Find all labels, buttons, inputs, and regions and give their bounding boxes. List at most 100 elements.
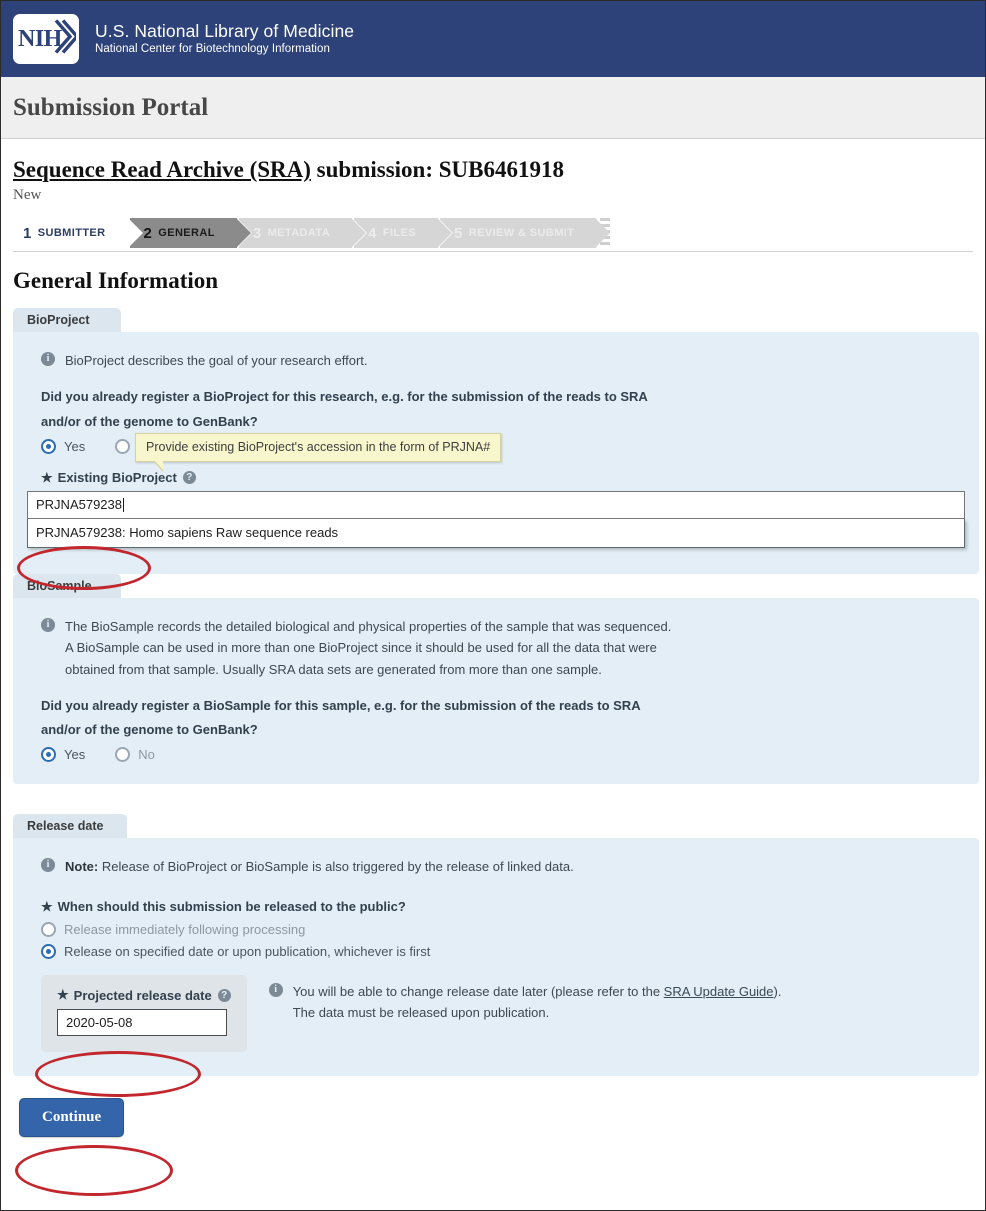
agency-name: U.S. National Library of Medicine: [95, 20, 355, 41]
input-value: 2020-05-08: [66, 1015, 133, 1031]
text-caret: [123, 497, 124, 512]
radio-indicator[interactable]: [41, 438, 56, 454]
required-star-icon: ★: [57, 987, 69, 1003]
biosample-info-line2: A BioSample can be used in more than one…: [65, 640, 657, 656]
field-label-text: Existing BioProject: [57, 470, 177, 486]
bioproject-info-row: i BioProject describes the goal of your …: [41, 350, 965, 371]
sra-link[interactable]: Sequence Read Archive (SRA): [13, 157, 311, 182]
step-number: 4: [368, 224, 377, 242]
wizard-step-metadata: 3 Metadata: [236, 218, 367, 249]
radio-label: Release on specified date or upon public…: [64, 944, 431, 960]
step-number: 3: [252, 224, 262, 242]
biosample-radio-no[interactable]: No: [115, 746, 155, 762]
submission-status: New: [13, 187, 42, 204]
autocomplete-option[interactable]: PRJNA579238: Homo sapiens Raw sequence r…: [28, 519, 964, 547]
biosample-panel: BioSample i The BioSample records the de…: [13, 574, 979, 785]
required-star-icon: ★: [41, 899, 53, 915]
step-label: General: [158, 227, 215, 240]
release-immediate-option[interactable]: Release immediately following processing: [41, 922, 305, 938]
projected-release-date-box: ★ Projected release date ? 2020-05-08: [41, 975, 247, 1053]
step-number: 1: [23, 224, 32, 242]
nih-header: NIH U.S. National Library of Medicine Na…: [1, 1, 985, 77]
release-option-immediate[interactable]: Release immediately following processing: [41, 922, 965, 938]
bioproject-question-line1: Did you already register a BioProject fo…: [41, 389, 648, 405]
page-title: Sequence Read Archive (SRA) submission: …: [13, 157, 985, 183]
submission-id-text: submission: SUB6461918: [310, 157, 564, 182]
radio-label: Yes: [64, 438, 86, 454]
wizard-step-general[interactable]: 2 General: [127, 218, 252, 249]
step-label: Review & Submit: [468, 227, 575, 240]
release-specified-option[interactable]: Release on specified date or upon public…: [41, 944, 431, 960]
release-date-panel: Release date i Note: Release of BioProje…: [13, 814, 979, 1077]
help-icon[interactable]: ?: [217, 988, 231, 1002]
wizard-step-submitter[interactable]: 1 Submitter: [13, 218, 141, 249]
bioproject-tooltip: Provide existing BioProject's accession …: [135, 433, 502, 473]
step-number: 2: [143, 224, 153, 242]
info-icon: i: [268, 983, 283, 998]
release-date-help-row: i You will be able to change release dat…: [268, 981, 782, 1023]
release-question: ★ When should this submission be release…: [41, 895, 965, 920]
existing-bioproject-input[interactable]: PRJNA579238: [27, 490, 965, 519]
radio-indicator[interactable]: [115, 438, 131, 454]
wizard-step-review-submit: 5 Review & Submit: [438, 218, 611, 249]
portal-bar: Submission Portal: [1, 77, 985, 139]
biosample-question-line2: and/or of the genome to GenBank?: [41, 722, 258, 738]
submission-header: Sequence Read Archive (SRA) submission: …: [1, 139, 985, 204]
sra-update-guide-link[interactable]: SRA Update Guide: [664, 984, 774, 999]
info-icon: i: [41, 858, 55, 873]
release-note-row: i Note: Release of BioProject or BioSamp…: [41, 856, 965, 877]
projected-release-date-input[interactable]: 2020-05-08: [57, 1009, 227, 1037]
panel-divider: [1, 784, 985, 815]
release-option-specified[interactable]: Release on specified date or upon public…: [41, 944, 965, 960]
step-label: Submitter: [37, 227, 106, 240]
info-icon: i: [41, 352, 55, 367]
wizard-steps: 1 Submitter 2 General 3 Metadata 4 Files…: [13, 218, 973, 253]
radio-indicator[interactable]: [41, 944, 56, 960]
release-date-row: ★ Projected release date ? 2020-05-08 i …: [41, 975, 965, 1053]
bioproject-panel: BioProject i BioProject describes the go…: [13, 308, 979, 575]
biosample-panel-body: i The BioSample records the detailed bio…: [13, 598, 979, 785]
biosample-radio-group: Yes No: [41, 746, 965, 762]
radio-indicator[interactable]: [41, 746, 56, 762]
radio-label: No: [138, 746, 155, 762]
step-label: Files: [382, 227, 416, 240]
footer-actions: Continue: [19, 1098, 125, 1138]
required-star-icon: ★: [41, 469, 53, 485]
biosample-info-row: i The BioSample records the detailed bio…: [41, 616, 965, 679]
radio-indicator[interactable]: [115, 746, 131, 762]
release-date-panel-body: i Note: Release of BioProject or BioSamp…: [13, 838, 979, 1077]
bioproject-panel-body: i BioProject describes the goal of your …: [13, 332, 979, 575]
input-value: PRJNA579238: [36, 497, 122, 513]
bioproject-question-line2: and/or of the genome to GenBank?: [41, 414, 258, 430]
nih-agency-titles: U.S. National Library of Medicine Nation…: [95, 20, 355, 56]
bioproject-radio-yes[interactable]: Yes: [41, 438, 86, 454]
projected-release-date-label: ★ Projected release date ?: [57, 987, 231, 1003]
field-label-text: Projected release date: [73, 987, 212, 1003]
help-icon[interactable]: ?: [182, 471, 196, 485]
help-part1: You will be able to change release date …: [292, 984, 664, 1000]
step-number: 5: [454, 224, 463, 242]
release-note-text: Note: Release of BioProject or BioSample…: [65, 856, 574, 877]
radio-indicator[interactable]: [41, 922, 56, 938]
agency-center-name: National Center for Biotechnology Inform…: [95, 43, 330, 56]
annotation-ellipse-continue-button: [15, 1145, 173, 1196]
note-body: Release of BioProject or BioSample is al…: [98, 859, 574, 875]
continue-button[interactable]: Continue: [19, 1098, 125, 1138]
release-date-help-text: You will be able to change release date …: [293, 981, 782, 1023]
existing-bioproject-label: ★ Existing BioProject ?: [41, 470, 965, 486]
biosample-radio-yes[interactable]: Yes: [41, 746, 86, 762]
step-label: Metadata: [267, 227, 331, 240]
section-heading: General Information: [13, 268, 219, 294]
bioproject-info-text: BioProject describes the goal of your re…: [65, 353, 368, 369]
help-part2: ).: [773, 984, 782, 1000]
radio-label: Yes: [64, 746, 86, 762]
note-prefix: Note:: [65, 859, 99, 875]
biosample-info-line3: obtained from that sample. Usually SRA d…: [65, 661, 602, 677]
biosample-info-text: The BioSample records the detailed biolo…: [65, 616, 671, 679]
help-line2: The data must be released upon publicati…: [292, 1005, 550, 1021]
release-date-tab-label: Release date: [13, 814, 128, 839]
submission-portal-page: NIH U.S. National Library of Medicine Na…: [0, 0, 986, 1211]
nih-logo[interactable]: NIH: [13, 14, 80, 64]
biosample-question-line1: Did you already register a BioSample for…: [41, 697, 641, 713]
nih-chevron-icon: [54, 17, 80, 62]
